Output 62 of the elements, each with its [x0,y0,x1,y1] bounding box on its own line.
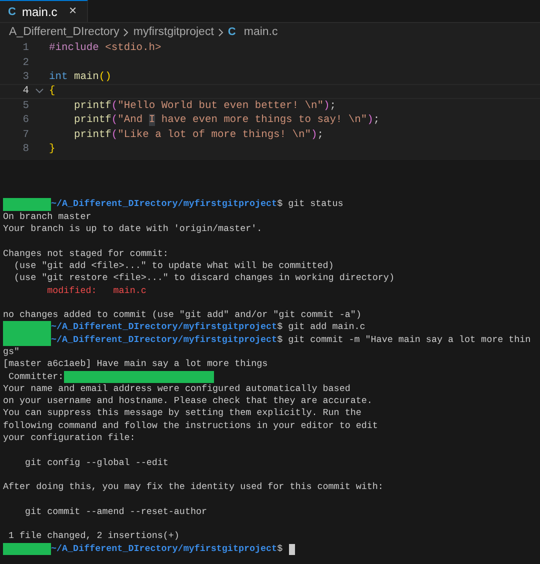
modified-label: modified: [46,284,97,297]
redaction-block [3,198,51,211]
terminal-output: on your username and hostname. Please check that they are accurate. [3,395,372,408]
terminal-output: gs" [3,346,20,358]
code-line: int main() [49,70,112,83]
terminal-output: your configuration file: [3,432,136,444]
redaction-block [3,334,51,346]
terminal-output: git config --global --edit [24,456,168,469]
terminal-cursor [288,544,295,555]
command-text: git add main.c [287,321,366,334]
line-number: 5 [22,100,29,112]
line-number: 2 [22,56,29,69]
redaction-block [3,321,51,334]
chevron-icon [123,28,130,36]
code-line: printf("Like a lot of more things! \n"); [74,128,324,141]
code-line: } [49,142,56,155]
command-text: git status [287,198,344,211]
prompt-symbol: $ [277,542,283,556]
breadcrumb-item[interactable]: myfirstgitproject [133,26,214,38]
code-line: printf("Hello World but even better! \n"); [74,100,336,112]
terminal-output: following command and follow the instructions in your editor to edit [3,420,378,432]
c-file-icon: C [228,26,236,38]
c-file-icon: C [8,6,16,18]
redaction-block [3,542,51,556]
editor-tab[interactable]: C main.c ✕ [0,0,88,22]
terminal-output: git commit --amend --reset-author [24,506,207,518]
prompt-symbol: $ [277,321,283,334]
terminal-output: You can suppress this message by setting them explicitly. Run the [3,407,362,420]
terminal-output: (use "git restore <file>..." to discard changes in working directory) [13,272,394,284]
terminal-output: Committer: [8,370,64,383]
breadcrumb-item[interactable]: A_Different_DIrectory [9,26,120,38]
fold-chevron-icon[interactable] [34,88,44,94]
terminal-output: Your branch is up to date with 'origin/master'. [3,223,262,236]
prompt-symbol: $ [277,334,283,346]
code-line: { [49,85,56,98]
command-text: git commit -m "Have main say a lot more thin [287,334,531,346]
terminal-output: (use "git add <file>..." to update what will be committed) [13,260,334,272]
close-icon[interactable]: ✕ [68,6,77,17]
prompt-path: ~/A_Different_DIrectory/myfirstgitproject [51,334,278,346]
code-line: printf("And I have even more things to say! \n"); [74,114,380,126]
prompt-path: ~/A_Different_DIrectory/myfirstgitproject [51,198,278,211]
breadcrumb-item[interactable]: main.c [244,26,278,38]
terminal-output: Changes not staged for commit: [3,248,168,260]
prompt-symbol: $ [277,198,283,211]
terminal-output: no changes added to commit (use "git add" and/or "git commit -a") [3,309,362,322]
tab-label: main.c [22,4,58,18]
terminal-output: Your name and email address were configured automatically based [3,382,350,396]
line-number: 3 [22,70,29,83]
terminal-output: After doing this, you may fix the identity used for this commit with: [3,481,384,494]
line-number: 8 [22,142,29,155]
prompt-path: ~/A_Different_DIrectory/myfirstgitproject [51,542,278,556]
prompt-path: ~/A_Different_DIrectory/myfirstgitproject [51,321,278,334]
line-number: 7 [22,128,29,141]
chevron-icon [218,28,224,36]
code-line: #include <stdio.h> [49,42,162,54]
terminal-output: [master a6c1aeb] Have main say a lot more things [3,358,268,371]
line-number: 4 [22,85,29,98]
line-number: 6 [22,114,29,126]
terminal-output: 1 file changed, 2 insertions(+) [8,530,180,543]
line-number: 1 [22,42,29,54]
modified-file: main.c [112,284,146,297]
terminal-output: On branch master [3,210,92,224]
